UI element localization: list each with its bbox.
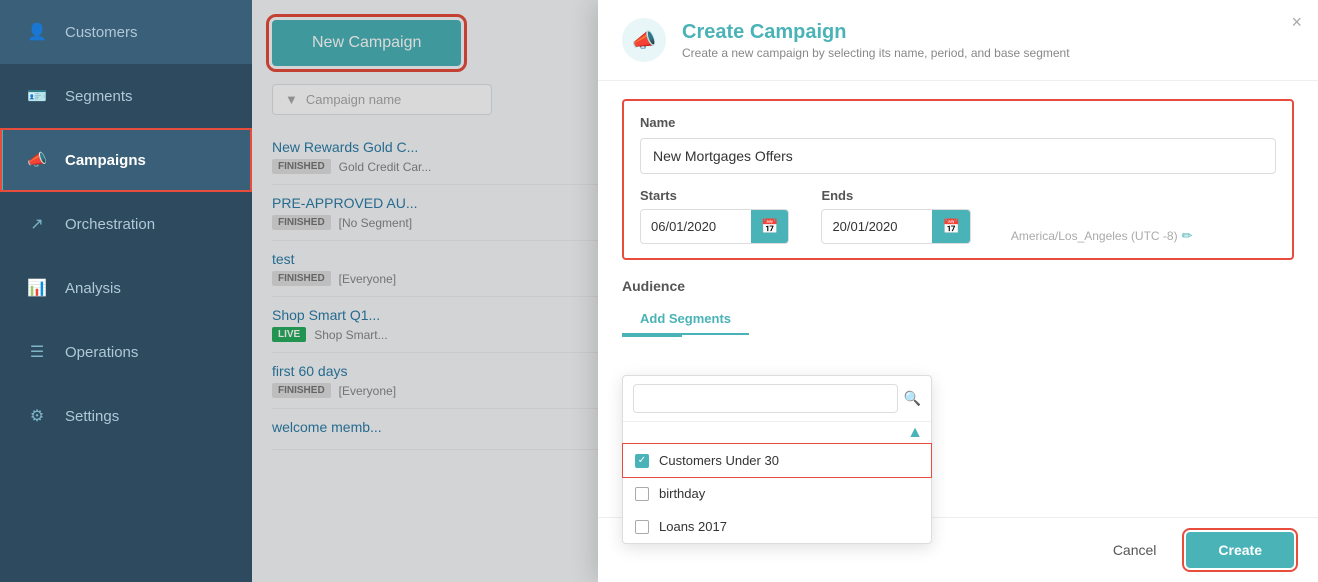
starts-label: Starts (640, 188, 789, 203)
sidebar-item-orchestration[interactable]: ↗ Orchestration (0, 192, 252, 256)
sidebar: 👤 Customers 🪪 Segments 📣 Campaigns ↗ Orc… (0, 0, 252, 582)
modal-campaign-icon: 📣 (622, 18, 666, 62)
cancel-button[interactable]: Cancel (1097, 534, 1173, 566)
modal-subtitle: Create a new campaign by selecting its n… (682, 46, 1070, 60)
ends-label: Ends (821, 188, 970, 203)
timezone-label: America/Los_Angeles (UTC -8) (1011, 229, 1178, 243)
segment-search-icon: 🔍 (904, 390, 921, 407)
segment-items-list: ✓ Customers Under 30 birthday Loans 2017 (623, 444, 931, 517)
starts-input-wrap: 📅 (640, 209, 789, 244)
segment-item-label-birthday: birthday (659, 486, 705, 501)
settings-icon: ⚙ (23, 402, 51, 430)
sidebar-item-segments[interactable]: 🪪 Segments (0, 64, 252, 128)
scroll-up-indicator: ▲ (623, 422, 931, 444)
modal-close-button[interactable]: × (1291, 12, 1302, 33)
starts-calendar-button[interactable]: 📅 (751, 210, 788, 243)
modal-header: 📣 Create Campaign Create a new campaign … (598, 0, 1318, 81)
starts-group: Starts 📅 (640, 188, 789, 244)
segment-checkbox-birthday[interactable] (635, 487, 649, 501)
create-campaign-modal: 📣 Create Campaign Create a new campaign … (598, 0, 1318, 582)
sidebar-label-campaigns: Campaigns (65, 152, 146, 169)
sidebar-label-settings: Settings (65, 408, 119, 425)
ends-group: Ends 📅 (821, 188, 970, 244)
analysis-icon: 📊 (23, 274, 51, 302)
sidebar-item-operations[interactable]: ☰ Operations (0, 320, 252, 384)
modal-title: Create Campaign (682, 21, 1070, 44)
audience-label: Audience (622, 278, 1294, 294)
date-row: Starts 📅 Ends (640, 188, 1276, 244)
name-label: Name (640, 115, 1276, 130)
create-button[interactable]: Create (1186, 532, 1294, 568)
segments-icon: 🪪 (23, 82, 51, 110)
sidebar-label-orchestration: Orchestration (65, 216, 155, 233)
segment-item-customers-under-30[interactable]: ✓ Customers Under 30 (623, 444, 931, 477)
customers-icon: 👤 (23, 18, 51, 46)
sidebar-label-analysis: Analysis (65, 280, 121, 297)
campaigns-icon: 📣 (23, 146, 51, 174)
ends-input[interactable] (822, 211, 932, 242)
segment-item-loans-2017[interactable]: Loans 2017 (623, 510, 931, 517)
ends-input-wrap: 📅 (821, 209, 970, 244)
orchestration-icon: ↗ (23, 210, 51, 238)
name-input[interactable] (640, 138, 1276, 174)
ends-calendar-button[interactable]: 📅 (932, 210, 969, 243)
modal-body: Name Starts 📅 (598, 81, 1318, 517)
megaphone-icon: 📣 (632, 28, 657, 53)
sidebar-label-customers: Customers (65, 24, 138, 41)
sidebar-label-operations: Operations (65, 344, 138, 361)
tab-divider (622, 335, 682, 337)
segment-search-input[interactable] (633, 384, 898, 413)
sidebar-label-segments: Segments (65, 88, 133, 105)
timezone-edit-icon[interactable]: ✏ (1182, 228, 1193, 244)
segment-item-birthday[interactable]: birthday (623, 477, 931, 510)
calendar-icon-ends: 📅 (942, 218, 959, 235)
modal-title-area: Create Campaign Create a new campaign by… (682, 21, 1070, 60)
sidebar-item-customers[interactable]: 👤 Customers (0, 0, 252, 64)
add-segments-tab[interactable]: Add Segments (622, 304, 749, 335)
sidebar-item-analysis[interactable]: 📊 Analysis (0, 256, 252, 320)
sidebar-item-campaigns[interactable]: 📣 Campaigns (0, 128, 252, 192)
name-date-section: Name Starts 📅 (622, 99, 1294, 260)
segment-dropdown: 🔍 ▲ ✓ Customers Under 30 birthday Loans … (622, 375, 932, 517)
timezone-area: America/Los_Angeles (UTC -8) ✏ (1011, 228, 1193, 244)
segment-item-label-customers-under-30: Customers Under 30 (659, 453, 779, 468)
sidebar-item-settings[interactable]: ⚙ Settings (0, 384, 252, 448)
segment-search-row: 🔍 (623, 376, 931, 422)
calendar-icon: 📅 (761, 218, 778, 235)
operations-icon: ☰ (23, 338, 51, 366)
starts-input[interactable] (641, 211, 751, 242)
main-content: New Campaign ▼ Campaign name New Rewards… (252, 0, 1318, 582)
modal-overlay: 📣 Create Campaign Create a new campaign … (252, 0, 1318, 582)
segment-checkbox-customers-under-30[interactable]: ✓ (635, 454, 649, 468)
